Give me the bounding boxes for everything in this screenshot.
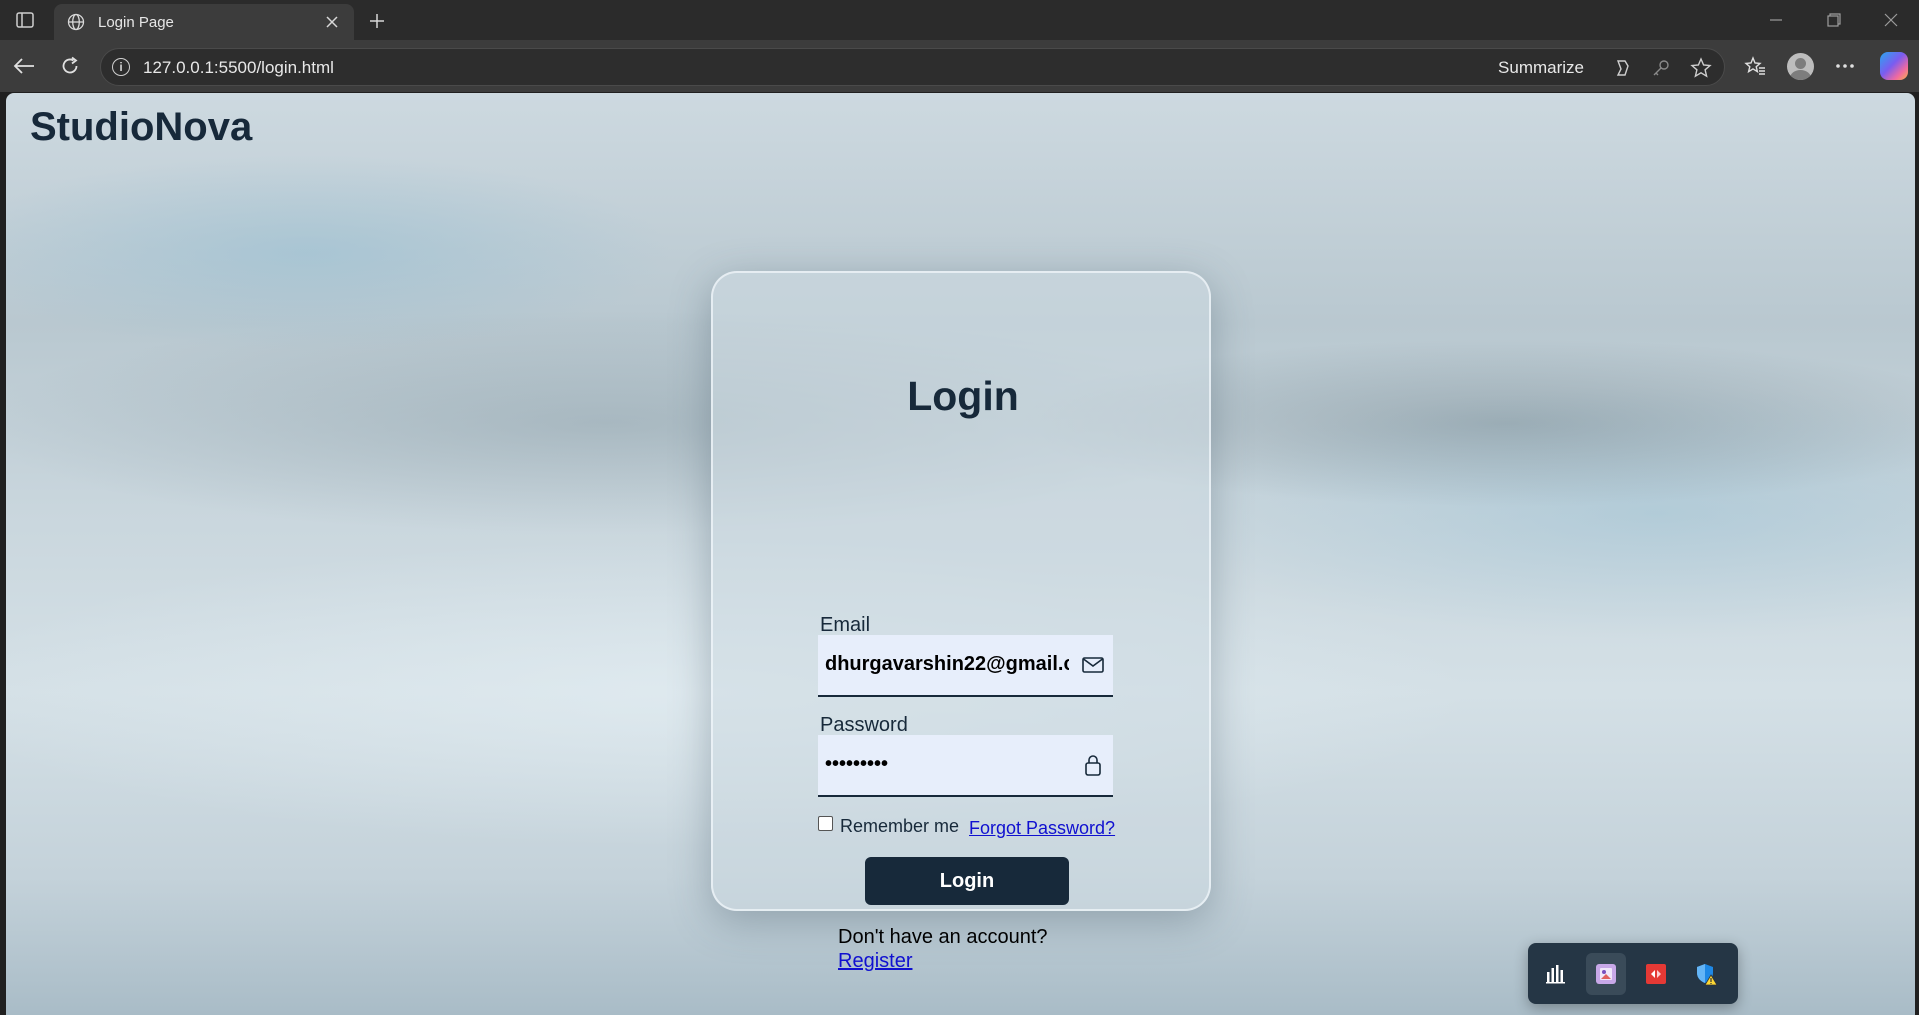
copilot-outline-icon[interactable] <box>1612 57 1634 79</box>
favorites-icon[interactable] <box>1741 52 1769 80</box>
email-label: Email <box>820 614 871 636</box>
shield-warning-icon[interactable] <box>1686 953 1726 995</box>
password-value: ••••••••• <box>825 753 889 775</box>
address-bar[interactable]: i 127.0.0.1:5500/login.html Summarize <box>100 48 1725 86</box>
login-button[interactable]: Login <box>865 857 1069 905</box>
mail-icon <box>1081 653 1105 677</box>
login-card: Login Email dhurgavarshin22@gmail.com Pa… <box>711 271 1211 972</box>
key-icon[interactable] <box>1650 57 1672 79</box>
remember-me[interactable]: Remember me <box>818 816 959 837</box>
url-text: 127.0.0.1:5500/login.html <box>143 58 334 77</box>
brand-logo[interactable]: StudioNova <box>30 105 252 150</box>
browser-toolbar: i 127.0.0.1:5500/login.html Summarize <box>0 40 1919 92</box>
forgot-password-link[interactable]: Forgot Password? <box>969 818 1115 839</box>
image-tool-icon[interactable] <box>1586 953 1626 995</box>
globe-icon <box>66 12 86 32</box>
signup-prompt: Don't have an account? Register <box>838 925 1048 973</box>
browser-tab[interactable]: Login Page <box>54 4 354 40</box>
restore-icon[interactable] <box>1822 8 1846 32</box>
tab-strip: Login Page <box>0 0 1919 40</box>
email-field[interactable]: dhurgavarshin22@gmail.com <box>818 635 1113 697</box>
password-label: Password <box>820 714 908 736</box>
email-value: dhurgavarshin22@gmail.com <box>825 653 1069 675</box>
close-window-icon[interactable] <box>1879 8 1903 32</box>
register-link[interactable]: Register <box>838 949 1048 973</box>
new-tab-icon[interactable] <box>364 8 390 34</box>
remember-checkbox[interactable] <box>818 816 833 831</box>
site-info-icon[interactable]: i <box>112 58 130 76</box>
audio-meter-icon[interactable] <box>1536 953 1576 995</box>
password-field[interactable]: ••••••••• <box>818 735 1113 797</box>
remember-label: Remember me <box>840 816 960 836</box>
profile-avatar[interactable] <box>1787 53 1814 80</box>
reload-icon[interactable] <box>56 52 84 80</box>
copilot-icon[interactable] <box>1880 52 1908 80</box>
close-tab-icon[interactable] <box>322 12 342 32</box>
signup-text: Don't have an account? <box>838 926 1048 948</box>
more-menu-icon[interactable] <box>1831 52 1859 80</box>
summarize-button[interactable]: Summarize <box>1498 58 1584 78</box>
tab-actions-icon[interactable] <box>10 8 40 32</box>
login-title: Login <box>907 373 1019 419</box>
page-viewport: StudioNova Login Email dhurgavarshin22@g… <box>6 93 1915 1015</box>
minimize-icon[interactable] <box>1764 8 1788 32</box>
red-app-icon[interactable] <box>1636 953 1676 995</box>
favorite-star-icon[interactable] <box>1690 57 1712 79</box>
lock-icon <box>1081 753 1105 777</box>
back-arrow-icon[interactable] <box>10 52 38 80</box>
system-tray-flyout <box>1528 943 1738 1004</box>
tab-title: Login Page <box>98 13 174 31</box>
